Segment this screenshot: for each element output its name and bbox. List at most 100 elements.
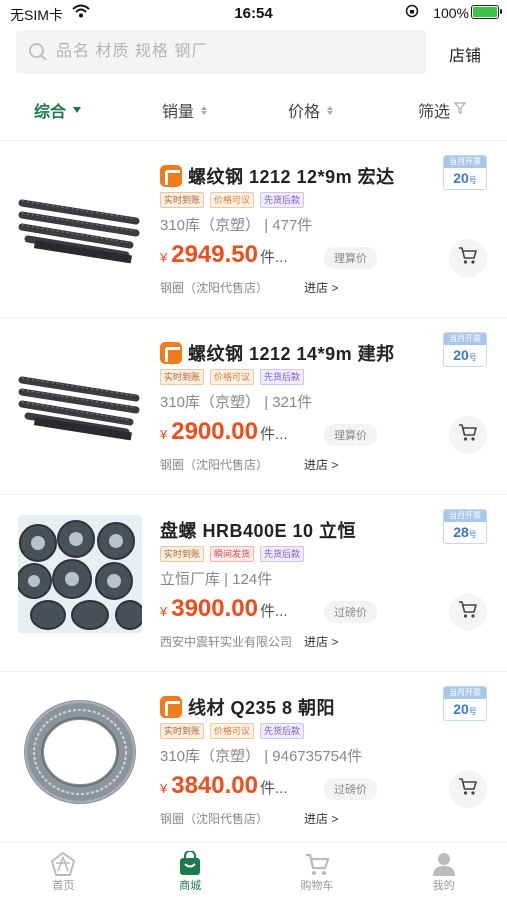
add-to-cart-button[interactable] [449, 770, 487, 808]
product-card[interactable]: 螺纹钢 1212 12*9m 宏达 实时到账 价格可议 先货后款 310库（京塑） … [0, 140, 507, 317]
orientation-lock-icon [405, 4, 419, 21]
tab-label: 我的 [432, 880, 455, 892]
tab-cart[interactable]: 购物车 [254, 843, 381, 900]
product-title[interactable]: 盘螺 HRB400E 10 立恒 [160, 517, 356, 543]
tag-list: 实时到账 价格可议 先货后款 [160, 723, 305, 739]
title-row: 盘螺 HRB400E 10 立恒 [160, 517, 356, 543]
product-tag: 先货后款 [260, 369, 305, 385]
enter-shop-link[interactable]: 进店 > [304, 633, 338, 650]
tag-list: 实时到账 价格可议 先货后款 [160, 192, 305, 208]
sort-comprehensive[interactable]: 综合 [34, 98, 82, 122]
invoice-day: 20号 [453, 170, 477, 186]
price-value: 2949.50 [171, 241, 258, 268]
product-tag: 实时到账 [160, 723, 205, 739]
price-type-badge: 过磅价 [324, 778, 377, 800]
product-tag: 价格可议 [210, 723, 255, 739]
warehouse-stock: 310库（京塑） | 946735754件 [160, 748, 363, 765]
invoice-badge-label: 当月开票 [444, 156, 486, 168]
sort-arrows-icon [327, 105, 334, 115]
product-image[interactable] [18, 161, 142, 279]
product-tag: 先货后款 [260, 192, 305, 208]
price-row: ¥ 3900.00 件... [160, 595, 288, 623]
brand-logo-icon [160, 165, 182, 187]
invoice-day: 28号 [453, 524, 477, 540]
seller-name[interactable]: 钢圈（沈阳代售店） [160, 810, 268, 827]
price-row: ¥ 3840.00 件... [160, 772, 288, 800]
add-to-cart-button[interactable] [449, 416, 487, 454]
product-card[interactable]: 盘螺 HRB400E 10 立恒 实时到账 瞬间发货 先货后款 立恒厂库 | 124… [0, 494, 507, 671]
product-title[interactable]: 螺纹钢 1212 12*9m 宏达 [188, 163, 395, 189]
cart-icon [458, 246, 478, 270]
currency-symbol: ¥ [160, 781, 168, 796]
price-type-badge: 过磅价 [324, 601, 377, 623]
price-unit: 件... [260, 426, 288, 443]
tab-user[interactable]: 我的 [380, 843, 507, 900]
tag-list: 实时到账 价格可议 先货后款 [160, 369, 305, 385]
seller-name[interactable]: 钢圈（沈阳代售店） [160, 456, 268, 473]
product-list: 螺纹钢 1212 12*9m 宏达 实时到账 价格可议 先货后款 310库（京塑） … [0, 140, 507, 848]
product-title[interactable]: 线材 Q235 8 朝阳 [188, 694, 335, 720]
seller-name[interactable]: 西安中震轩实业有限公司 [160, 633, 292, 650]
warehouse-stock: 立恒厂库 | 124件 [160, 571, 273, 588]
invoice-badge: 当月开票 20号 [443, 155, 487, 190]
currency-symbol: ¥ [160, 427, 168, 442]
sort-sales-label: 销量 [162, 104, 195, 121]
search-input[interactable] [56, 30, 416, 74]
caret-down-icon [73, 107, 82, 113]
cart-icon [458, 600, 478, 624]
enter-shop-link[interactable]: 进店 > [304, 810, 338, 827]
tab-label: 首页 [52, 880, 75, 892]
invoice-badge-label: 当月开票 [444, 510, 486, 522]
sort-filter[interactable]: 筛选 [418, 98, 467, 122]
bottom-tabbar: 首页 商城 购物车 我的 [0, 842, 507, 900]
title-row: 线材 Q235 8 朝阳 [160, 694, 335, 720]
tag-list: 实时到账 瞬间发货 先货后款 [160, 546, 305, 562]
price-value: 2900.00 [171, 418, 258, 445]
price-value: 3900.00 [171, 595, 258, 622]
sort-arrows-icon [201, 105, 208, 115]
sort-bar: 综合 销量 价格 筛选 [0, 92, 507, 128]
title-row: 螺纹钢 1212 12*9m 宏达 [160, 163, 395, 189]
sort-comprehensive-label: 综合 [34, 104, 67, 121]
sort-price[interactable]: 价格 [288, 98, 334, 122]
search-icon [28, 42, 48, 67]
price-type-badge: 理算价 [324, 247, 377, 269]
tab-shop-bag[interactable]: 商城 [127, 843, 254, 900]
product-image[interactable] [18, 692, 142, 810]
product-image[interactable] [18, 338, 142, 456]
price-row: ¥ 2900.00 件... [160, 418, 288, 446]
sort-sales[interactable]: 销量 [162, 98, 208, 122]
price-value: 3840.00 [171, 772, 258, 799]
filter-icon [453, 101, 467, 119]
invoice-badge-label: 当月开票 [444, 687, 486, 699]
product-card[interactable]: 线材 Q235 8 朝阳 实时到账 价格可议 先货后款 310库（京塑） | 946… [0, 671, 507, 848]
seller-name[interactable]: 钢圈（沈阳代售店） [160, 279, 268, 296]
sort-filter-label: 筛选 [418, 104, 451, 121]
tab-home[interactable]: 首页 [0, 843, 127, 900]
cart-icon [254, 851, 381, 877]
search-box[interactable] [16, 30, 426, 74]
tab-label: 购物车 [300, 880, 334, 892]
price-row: ¥ 2949.50 件... [160, 241, 288, 269]
product-tag: 先货后款 [260, 546, 305, 562]
shop-button[interactable]: 店铺 [449, 42, 481, 66]
product-card[interactable]: 螺纹钢 1212 14*9m 建邦 实时到账 价格可议 先货后款 310库（京塑） … [0, 317, 507, 494]
tab-label: 商城 [179, 880, 202, 892]
enter-shop-link[interactable]: 进店 > [304, 279, 338, 296]
price-unit: 件... [260, 603, 288, 620]
product-image[interactable] [18, 515, 142, 633]
product-tag: 瞬间发货 [210, 546, 255, 562]
product-tag: 实时到账 [160, 546, 205, 562]
product-tag: 价格可议 [210, 369, 255, 385]
enter-shop-link[interactable]: 进店 > [304, 456, 338, 473]
product-title[interactable]: 螺纹钢 1212 14*9m 建邦 [188, 340, 395, 366]
add-to-cart-button[interactable] [449, 239, 487, 277]
currency-symbol: ¥ [160, 604, 168, 619]
clock: 16:54 [234, 5, 273, 22]
product-tag: 价格可议 [210, 192, 255, 208]
brand-logo-icon [160, 696, 182, 718]
invoice-badge: 当月开票 20号 [443, 686, 487, 721]
invoice-badge: 当月开票 20号 [443, 332, 487, 367]
add-to-cart-button[interactable] [449, 593, 487, 631]
cart-icon [458, 423, 478, 447]
